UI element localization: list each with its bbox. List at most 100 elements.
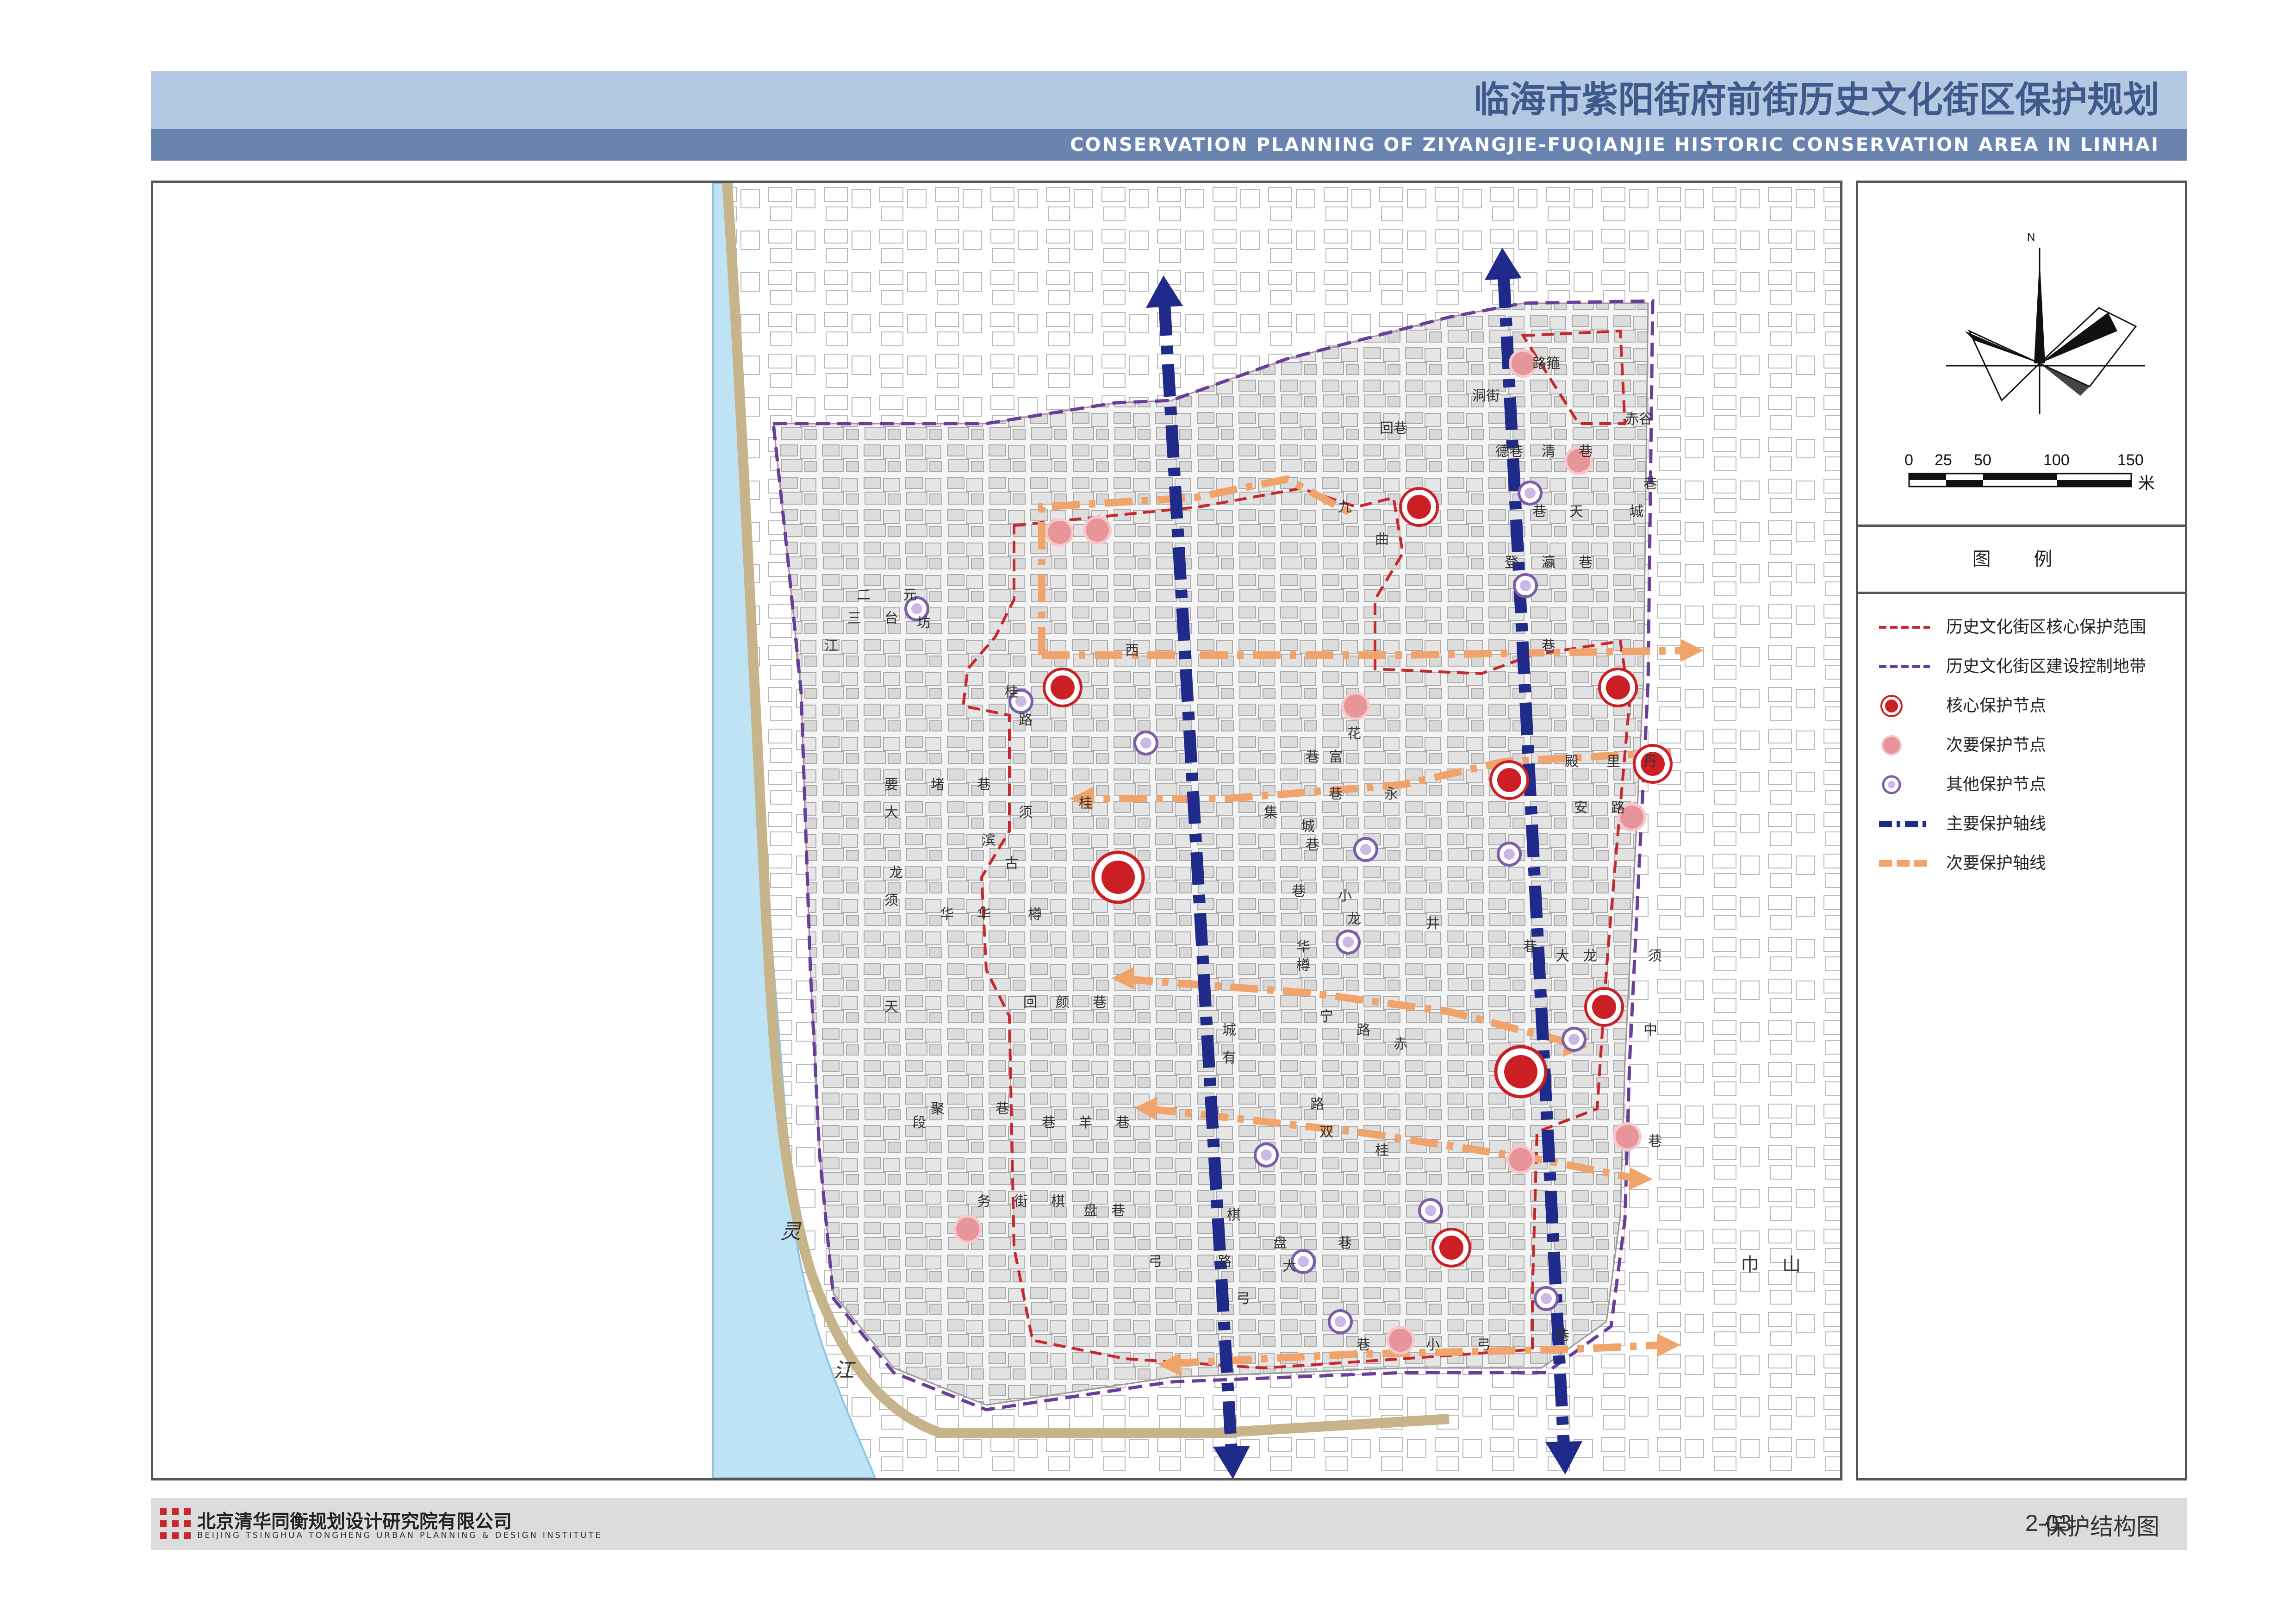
- street-label: 龙: [889, 865, 903, 881]
- other-node: [1518, 481, 1543, 506]
- street-label: 巷: [996, 1101, 1009, 1117]
- street-label: 巷: [977, 777, 991, 793]
- street-label: 棋: [1051, 1193, 1065, 1210]
- street-label: 瀛: [1542, 555, 1556, 571]
- street-label: 坊: [917, 615, 931, 631]
- street-label: 堵: [931, 777, 945, 793]
- street-label: 巷: [1042, 1115, 1056, 1131]
- street-label: 元: [903, 587, 917, 603]
- street-label: 井: [1426, 916, 1440, 932]
- other-node: [1336, 930, 1361, 955]
- street-label: 路: [1019, 712, 1033, 728]
- legend-item: 核心保护节点: [1877, 690, 2173, 722]
- scale-tick-label: 100: [2043, 451, 2070, 469]
- street-label: 街: [1486, 388, 1500, 404]
- street-label: 盘: [1083, 1203, 1097, 1219]
- street-label: 巷: [1532, 504, 1546, 520]
- street-label: 谷: [1639, 411, 1653, 427]
- other-node: [1418, 1198, 1443, 1223]
- street-label: 大: [1556, 948, 1569, 964]
- street-label: 巷: [1356, 1337, 1370, 1353]
- street-label: 古: [1005, 856, 1019, 872]
- legend-item: 历史文化街区核心保护范围: [1879, 618, 2147, 637]
- scale-bar: 0 25 50 100 150 米: [1904, 451, 2155, 507]
- street-label: 集: [1264, 805, 1278, 821]
- street-label: 二: [857, 587, 871, 603]
- street-label: 巷: [1306, 749, 1319, 765]
- street-label: 富: [1329, 749, 1343, 765]
- legend-header: 图 例: [1858, 525, 2185, 594]
- street-label: 大: [884, 805, 898, 821]
- street-label: 巷: [1111, 1203, 1125, 1219]
- street-label: 巷: [1509, 443, 1523, 460]
- street-label: 登: [1505, 555, 1518, 571]
- scale-tick-label: 0: [1904, 451, 1913, 469]
- secondary-node: [1613, 1122, 1642, 1151]
- street-label: 华: [1296, 939, 1310, 955]
- other-node: [1254, 1143, 1279, 1168]
- core-node: [1091, 850, 1145, 904]
- core-node: [1584, 987, 1624, 1027]
- street-label: 弓: [1148, 1254, 1162, 1270]
- legend-item: 其他保护节点: [1877, 768, 2173, 801]
- street-label: 花: [1347, 726, 1361, 742]
- street-label: 回: [1380, 420, 1394, 437]
- street-label: 路: [1532, 356, 1546, 372]
- street-label: 龙: [1583, 948, 1597, 964]
- street-label: 洞: [1472, 388, 1486, 404]
- street-label: 赤: [1625, 411, 1639, 427]
- street-label: 巷: [1523, 939, 1537, 955]
- river-label: 江: [834, 1359, 856, 1382]
- street-label: 巷: [1338, 1235, 1352, 1251]
- street-label: 德: [1495, 443, 1509, 460]
- street-label: 殿: [1565, 754, 1579, 770]
- core-node: [1043, 668, 1083, 707]
- company-name-cn: 北京清华同衡规划设计研究院有限公司: [197, 1511, 512, 1532]
- street-label: 巷: [1542, 638, 1556, 654]
- other-node: [1513, 573, 1538, 598]
- street-label: 路: [1218, 1254, 1232, 1270]
- secondary-node: [1045, 518, 1074, 547]
- secondary-node: [1341, 692, 1370, 720]
- street-label: 箍: [1546, 356, 1560, 372]
- other-node: [1534, 1286, 1559, 1311]
- map-canvas[interactable]: 灵 江 巾 山 路洞回赤德清巷九曲巷 天巷城二 元登瀛巷三台坊江桂巷西路花巷富殿里丹…: [153, 183, 1840, 1478]
- street-label: 路: [1611, 800, 1625, 816]
- legend-title: 图 例: [1972, 549, 2071, 570]
- street-label: 台: [884, 610, 898, 626]
- street-label: 有: [1222, 1050, 1236, 1066]
- street-label: 桂: [1375, 1143, 1389, 1159]
- scale-tick-label: 25: [1935, 451, 1952, 469]
- secondary-node: [1083, 516, 1112, 544]
- subtitle-band: CONSERVATION PLANNING OF ZIYANGJIE-FUQIA…: [151, 129, 2187, 161]
- company-name-en: BEIJING TSINGHUA TONGHENG URBAN PLANNING…: [197, 1530, 603, 1540]
- street-label: 滨: [982, 832, 996, 849]
- scale-tick-label: 50: [1974, 451, 1991, 469]
- street-label: 小: [1338, 888, 1352, 904]
- street-label: 巷: [1648, 1133, 1662, 1149]
- street-label: 巷: [1643, 476, 1657, 492]
- street-label: 赤: [1394, 1036, 1407, 1052]
- title-band: 临海市紫阳街府前街历史文化街区保护规划: [151, 71, 2187, 129]
- street-label: 巷: [1579, 555, 1593, 571]
- street-label: 永: [1384, 786, 1398, 802]
- secondary-node: [1506, 1145, 1535, 1174]
- core-node: [1494, 1045, 1548, 1099]
- street-label: 华: [977, 906, 991, 923]
- scale-unit: 米: [2138, 474, 2155, 493]
- street-label: 巷: [1394, 420, 1407, 437]
- street-label: 桂: [1079, 795, 1093, 812]
- legend-item: 主要保护轴线: [1879, 814, 2047, 833]
- company-logo: [160, 1508, 191, 1539]
- secondary-node: [953, 1215, 982, 1243]
- street-label: 城: [1630, 504, 1643, 520]
- other-node: [1562, 1027, 1587, 1052]
- legend-item: 次要保护节点: [1877, 729, 2173, 762]
- other-node: [1353, 837, 1378, 862]
- street-label: 巷: [1292, 883, 1306, 899]
- street-label: 安: [1574, 800, 1588, 816]
- street-label: 要: [884, 777, 898, 793]
- street-label: 务: [977, 1193, 991, 1210]
- street-label: 小: [1426, 1337, 1440, 1353]
- map-frame[interactable]: 灵 江 巾 山 路洞回赤德清巷九曲巷天巷城二元登瀛巷三台坊江桂巷西路花巷富殿里丹…: [151, 181, 1842, 1480]
